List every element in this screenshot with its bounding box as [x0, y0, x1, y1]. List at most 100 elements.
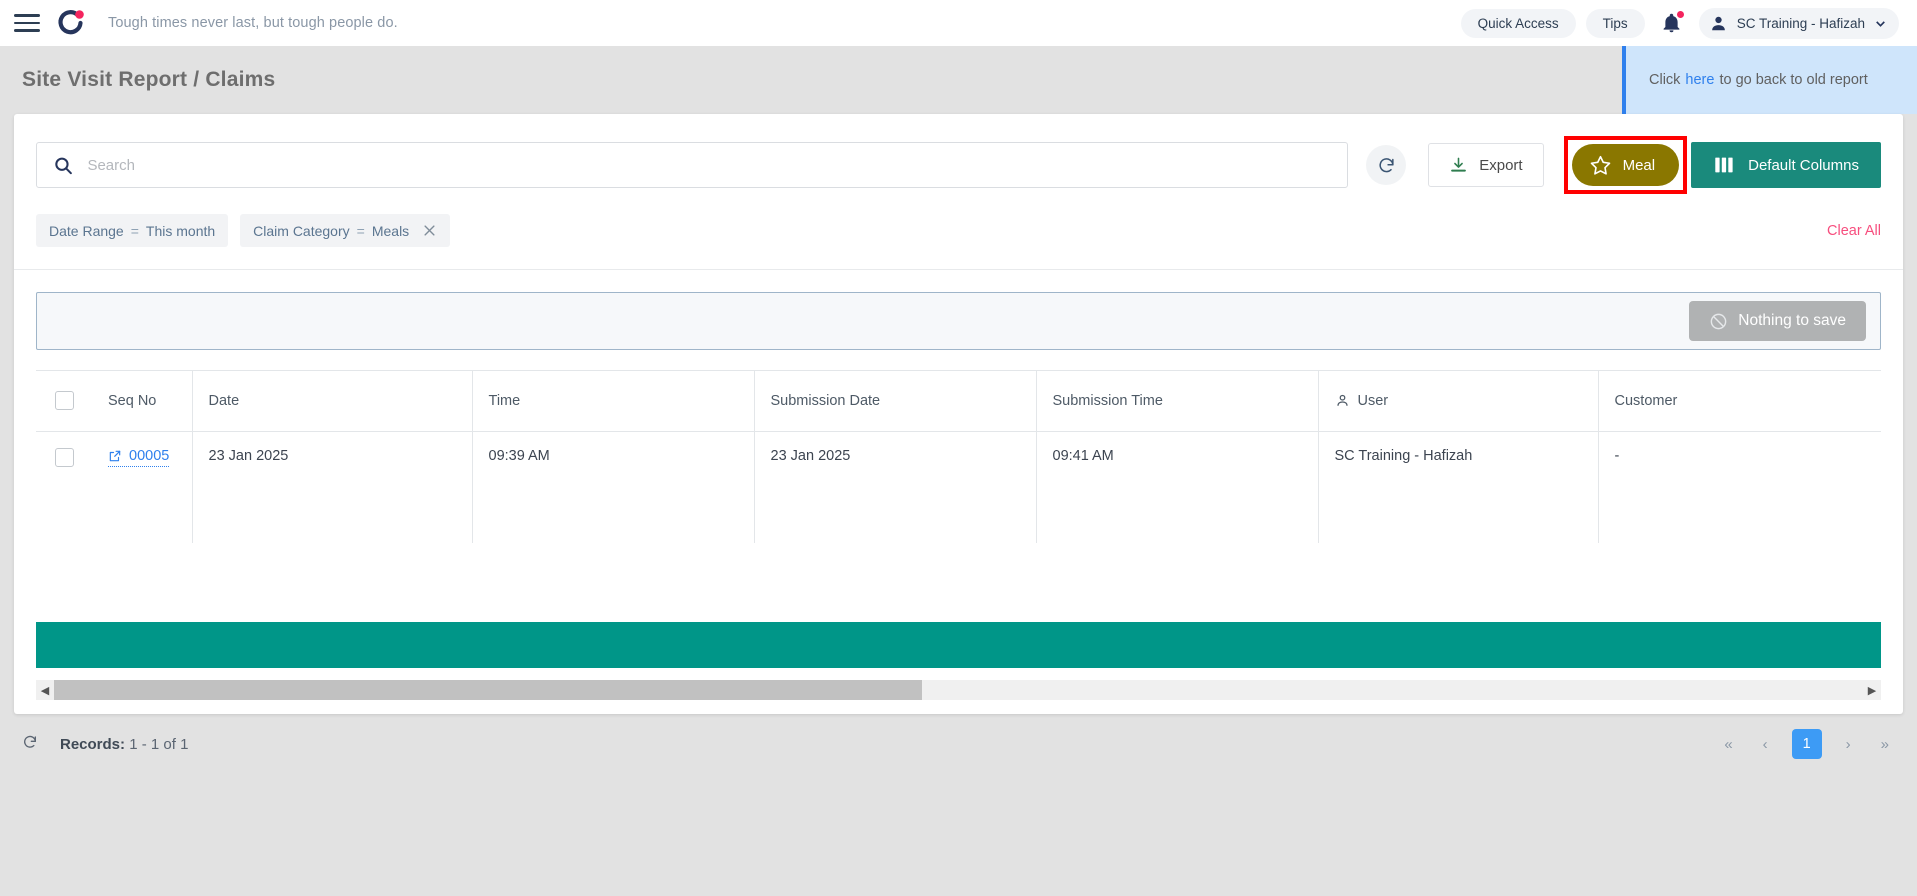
pagination-last[interactable]: »	[1875, 733, 1895, 756]
table-header-row: Seq No Date Time Submission Date Submiss…	[36, 371, 1881, 432]
save-bar: Nothing to save	[36, 292, 1881, 350]
chip-field: Date Range	[49, 222, 124, 239]
row-select-cell[interactable]	[36, 431, 92, 543]
scrollbar-thumb[interactable]	[54, 680, 923, 700]
column-label: User	[1357, 392, 1389, 409]
pagination: « ‹ 1 › »	[1718, 729, 1895, 759]
records-summary: Records: 1 - 1 of 1	[60, 736, 188, 753]
search-input[interactable]	[87, 156, 1332, 174]
column-header-date[interactable]: Date	[192, 371, 473, 432]
column-label: Submission Time	[1052, 392, 1163, 409]
column-label: Submission Date	[770, 392, 881, 409]
page-header: Site Visit Report / Claims Click here to…	[0, 46, 1917, 114]
seq-no-link[interactable]: 00005	[108, 447, 170, 467]
search-icon	[55, 157, 72, 174]
user-menu[interactable]: SC Training - Hafizah	[1698, 7, 1899, 39]
banner-prefix: Click	[1649, 72, 1681, 88]
refresh-button[interactable]	[1366, 145, 1407, 185]
records-label: Records:	[60, 735, 126, 753]
default-columns-button[interactable]: Default Columns	[1691, 142, 1881, 188]
star-icon	[1590, 155, 1610, 175]
export-button[interactable]: Export	[1428, 143, 1544, 187]
hamburger-icon[interactable]	[14, 10, 40, 36]
scroll-right-arrow[interactable]: ▶	[1863, 684, 1881, 697]
pagination-prev[interactable]: ‹	[1757, 733, 1774, 756]
column-header-user[interactable]: User	[1318, 371, 1599, 432]
clear-all-button[interactable]: Clear All	[1827, 223, 1881, 239]
filter-chip-date-range[interactable]: Date Range = This month	[36, 214, 229, 247]
avatar-icon	[1711, 16, 1725, 30]
chevron-down-icon	[1876, 20, 1885, 27]
motivational-quote: Tough times never last, but tough people…	[108, 15, 398, 31]
select-all-header[interactable]	[36, 371, 92, 432]
export-label: Export	[1479, 156, 1523, 174]
cell-user: SC Training - Hafizah	[1318, 431, 1599, 543]
cell-submission-time: 09:41 AM	[1036, 431, 1319, 543]
meal-label: Meal	[1622, 156, 1656, 174]
brand-logo-icon[interactable]	[56, 8, 86, 38]
select-all-checkbox[interactable]	[54, 391, 74, 411]
nothing-to-save-button[interactable]: Nothing to save	[1689, 301, 1866, 341]
top-bar-actions: Quick Access Tips SC Training - Hafizah	[1460, 7, 1899, 39]
chip-value: This month	[145, 222, 216, 239]
cell-submission-date: 23 Jan 2025	[754, 431, 1037, 543]
notifications-button[interactable]	[1659, 10, 1685, 36]
external-link-icon	[109, 450, 121, 461]
default-columns-label: Default Columns	[1748, 156, 1859, 174]
column-header-submission-date[interactable]: Submission Date	[754, 371, 1037, 432]
table-summary-bar	[36, 622, 1881, 668]
claims-table-wrapper: Seq No Date Time Submission Date Submiss…	[36, 370, 1881, 543]
cell-time: 09:39 AM	[472, 431, 755, 543]
column-label: Customer	[1614, 392, 1678, 409]
meal-button-highlight: Meal	[1563, 136, 1688, 194]
user-name-label: SC Training - Hafizah	[1736, 15, 1865, 31]
column-label: Date	[208, 392, 240, 409]
refresh-icon	[24, 735, 36, 748]
tips-button[interactable]: Tips	[1585, 8, 1645, 38]
column-header-submission-time[interactable]: Submission Time	[1036, 371, 1319, 432]
records-total: 1	[180, 735, 189, 753]
filter-chip-claim-category[interactable]: Claim Category = Meals	[240, 214, 451, 247]
nothing-to-save-label: Nothing to save	[1738, 312, 1846, 329]
column-label: Seq No	[108, 392, 157, 409]
old-report-banner: Click here to go back to old report	[1622, 46, 1917, 114]
top-navigation-bar: Tough times never last, but tough people…	[0, 0, 1917, 46]
seq-no-value: 00005	[129, 447, 170, 464]
banner-suffix: to go back to old report	[1719, 72, 1868, 88]
cell-date: 23 Jan 2025	[192, 431, 473, 543]
page-title: Site Visit Report / Claims	[22, 68, 276, 91]
refresh-icon	[1379, 157, 1394, 172]
scrollbar-track[interactable]	[54, 680, 1863, 700]
row-checkbox[interactable]	[54, 447, 74, 467]
user-icon	[1335, 393, 1350, 408]
table-footer: Records: 1 - 1 of 1 « ‹ 1 › »	[0, 714, 1917, 774]
quick-access-button[interactable]: Quick Access	[1460, 8, 1576, 38]
horizontal-scrollbar[interactable]: ◀ ▶	[36, 680, 1881, 700]
column-header-customer[interactable]: Customer	[1598, 371, 1881, 432]
card-toolbar: Export Meal Default Columns	[14, 114, 1903, 194]
download-icon	[1451, 157, 1467, 172]
column-label: Time	[488, 392, 521, 409]
table-row[interactable]: 00005 23 Jan 2025 09:39 AM 23 Jan 2025 0…	[36, 431, 1881, 543]
footer-refresh-button[interactable]	[22, 734, 38, 755]
columns-icon	[1715, 157, 1733, 173]
column-header-seq-no[interactable]: Seq No	[92, 371, 193, 432]
pagination-next[interactable]: ›	[1840, 733, 1857, 756]
records-range: 1 - 1	[129, 735, 160, 753]
chip-value: Meals	[371, 222, 410, 239]
pagination-page-1[interactable]: 1	[1791, 729, 1822, 759]
scroll-left-arrow[interactable]: ◀	[36, 684, 54, 697]
claims-card: Export Meal Default Columns Date Range =…	[14, 114, 1903, 714]
remove-filter-button[interactable]	[416, 223, 437, 238]
records-of: of	[163, 735, 176, 753]
search-box[interactable]	[36, 142, 1349, 188]
notification-badge	[1675, 10, 1685, 19]
no-entry-icon	[1710, 313, 1727, 329]
chip-field: Claim Category	[253, 222, 350, 239]
column-header-time[interactable]: Time	[472, 371, 755, 432]
close-icon	[424, 225, 435, 236]
meal-button[interactable]: Meal	[1571, 144, 1680, 186]
old-report-link[interactable]: here	[1685, 72, 1714, 88]
chip-operator: =	[356, 222, 365, 239]
pagination-first[interactable]: «	[1718, 733, 1738, 756]
